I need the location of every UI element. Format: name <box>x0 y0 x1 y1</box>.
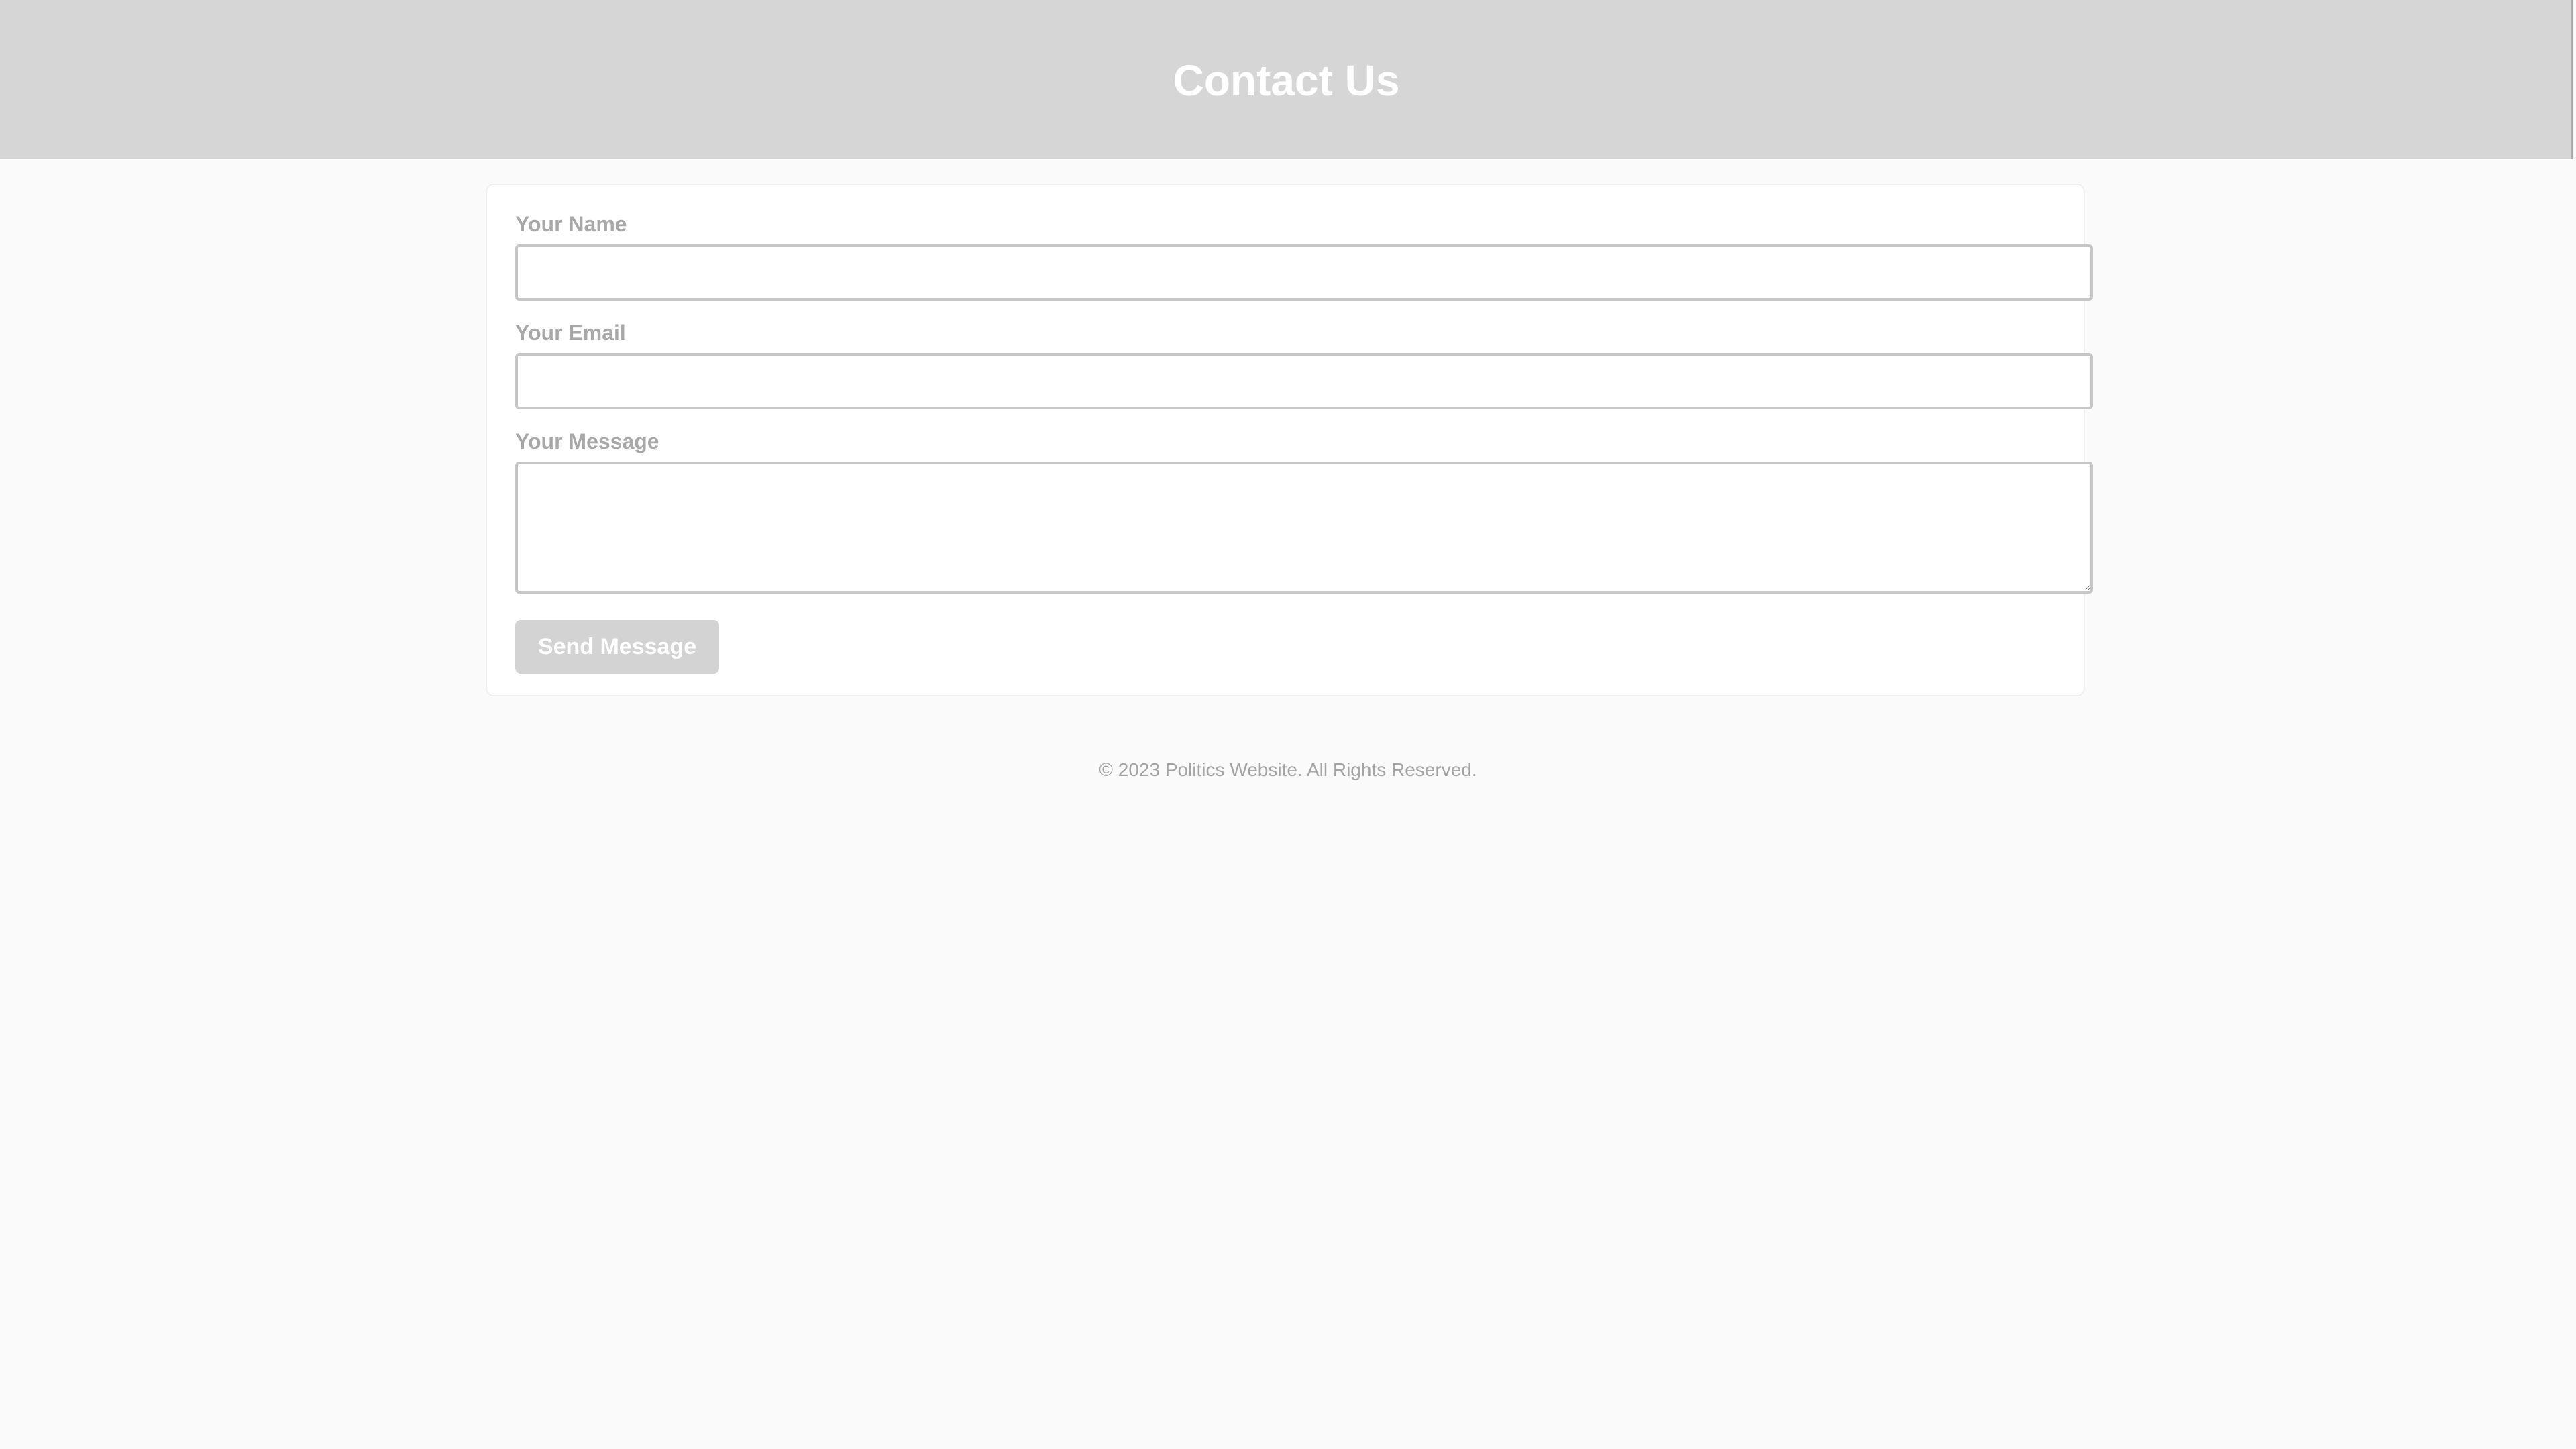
message-textarea[interactable] <box>515 462 2093 594</box>
footer-copyright: © 2023 Politics Website. All Rights Rese… <box>1099 759 1477 780</box>
page-title: Contact Us <box>1173 56 1400 105</box>
message-label: Your Message <box>515 429 659 453</box>
email-input[interactable] <box>515 353 2093 409</box>
send-message-button[interactable]: Send Message <box>515 620 719 674</box>
page-header: Contact Us <box>0 0 2573 159</box>
email-label: Your Email <box>515 321 626 345</box>
name-label: Your Name <box>515 212 627 236</box>
name-input[interactable] <box>515 244 2093 301</box>
